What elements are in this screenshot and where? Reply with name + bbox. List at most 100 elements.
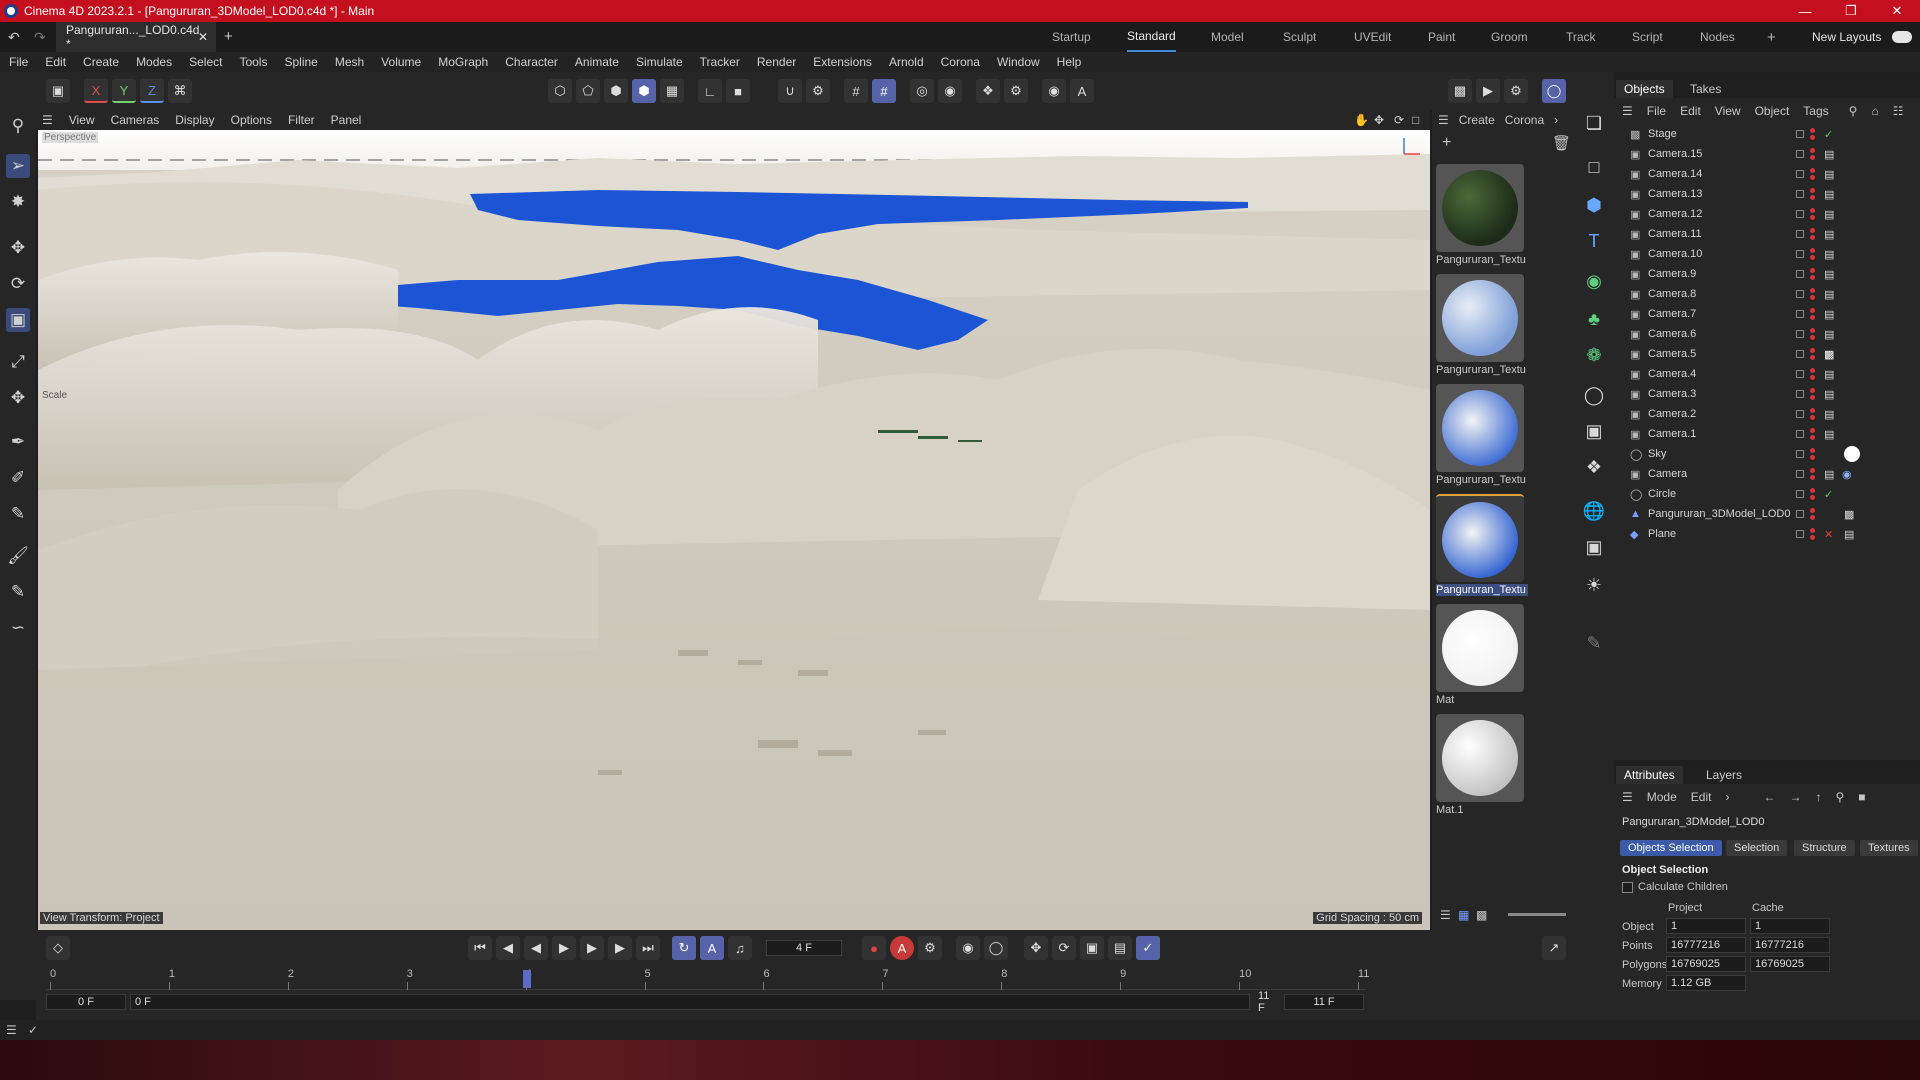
list-item[interactable]: ◯ Circle ✓ xyxy=(1614,484,1920,504)
tab-objects-selection[interactable]: Objects Selection xyxy=(1620,840,1722,856)
target-tag-icon[interactable]: ▤ xyxy=(1824,388,1834,401)
move-view-icon[interactable]: ✥ xyxy=(1374,113,1384,127)
layout-uvedit[interactable]: UVEdit xyxy=(1354,22,1391,52)
calculate-children-checkbox[interactable] xyxy=(1622,882,1633,893)
sound-icon[interactable]: ♫ xyxy=(728,936,752,960)
tab-selection[interactable]: Selection xyxy=(1726,840,1788,856)
attr-menu-mode[interactable]: Mode xyxy=(1647,790,1677,804)
mat-menu-create[interactable]: Create xyxy=(1459,113,1495,127)
knife-tool-icon[interactable]: ✎ xyxy=(6,580,30,604)
list-item[interactable]: ▣ Camera.15 ▤ xyxy=(1614,144,1920,164)
loop-icon[interactable]: ↻ xyxy=(672,936,696,960)
keyframe-diamond-icon[interactable]: ◇ xyxy=(46,936,70,960)
timeline-graph-icon[interactable]: ↗ xyxy=(1542,936,1566,960)
frame-ruler[interactable]: 01234567891011 xyxy=(46,968,1369,990)
go-to-end-icon[interactable]: ⏭ xyxy=(636,936,660,960)
viewport-hamburger-icon[interactable]: ☰ xyxy=(42,113,53,127)
playhead[interactable] xyxy=(522,970,531,988)
menu-arnold[interactable]: Arnold xyxy=(889,55,924,69)
target-tag-icon[interactable]: ▤ xyxy=(1824,268,1834,281)
rotation-key-icon[interactable]: ⟳ xyxy=(1052,936,1076,960)
list-item[interactable]: ▣ Camera.2 ▤ xyxy=(1614,404,1920,424)
texture-tag-icon[interactable]: ▩ xyxy=(1844,508,1854,521)
sky-material-tag-icon[interactable] xyxy=(1844,446,1860,462)
obj-menu-file[interactable]: File xyxy=(1647,104,1666,118)
y-axis-lock-button[interactable]: Y xyxy=(112,79,136,103)
document-tab[interactable]: Pangururan..._LOD0.c4d * ✕ xyxy=(56,22,216,52)
camera-label[interactable]: Perspective xyxy=(42,132,99,143)
current-frame-field[interactable]: 4 F xyxy=(766,940,842,956)
material-swatch[interactable]: Pangururan_Textu xyxy=(1434,272,1528,382)
attributes-hamburger-icon[interactable]: ☰ xyxy=(1622,790,1633,804)
target-tag-icon[interactable]: ▤ xyxy=(1824,308,1834,321)
large-icon-view-icon[interactable]: ▩ xyxy=(1476,908,1487,922)
magnet-tool-icon[interactable]: ∽ xyxy=(6,616,30,640)
scale-key-icon[interactable]: ▣ xyxy=(1080,936,1104,960)
object-mode-icon[interactable]: ⬢ xyxy=(632,79,656,103)
list-item[interactable]: ◆ Plane ✕ ▤ xyxy=(1614,524,1920,544)
layout-sculpt[interactable]: Sculpt xyxy=(1283,22,1316,52)
target-tag-icon[interactable]: ▤ xyxy=(1824,208,1834,221)
target-tag-icon[interactable]: ▤ xyxy=(1824,148,1834,161)
menu-extensions[interactable]: Extensions xyxy=(813,55,872,69)
menu-corona[interactable]: Corona xyxy=(941,55,980,69)
home-icon[interactable]: ⌂ xyxy=(1871,104,1878,118)
objects-hamburger-icon[interactable]: ☰ xyxy=(1622,104,1633,118)
layout-model[interactable]: Model xyxy=(1211,22,1244,52)
list-item[interactable]: ▣ Camera.3 ▤ xyxy=(1614,384,1920,404)
next-key-icon[interactable]: ▶ xyxy=(608,936,632,960)
mat-menu-corona[interactable]: Corona xyxy=(1505,113,1544,127)
search-icon[interactable]: ⚲ xyxy=(6,114,30,138)
target-tag-icon[interactable]: ▤ xyxy=(1824,408,1834,421)
cloner-icon[interactable]: ♣ xyxy=(1581,306,1607,332)
text-object-icon[interactable]: T xyxy=(1581,228,1607,254)
layout-track[interactable]: Track xyxy=(1566,22,1596,52)
generator-icon[interactable]: ◉ xyxy=(1581,268,1607,294)
light-object-icon[interactable]: ☀ xyxy=(1581,572,1607,598)
target-tag-icon[interactable]: ▤ xyxy=(1824,168,1834,181)
start-frame-field[interactable]: 0 F xyxy=(46,994,126,1010)
material-hamburger-icon[interactable]: ☰ xyxy=(1438,113,1449,127)
menu-spline[interactable]: Spline xyxy=(284,55,317,69)
scale-tool-icon[interactable]: ▣ xyxy=(6,308,30,332)
obj-menu-tags[interactable]: Tags xyxy=(1803,104,1828,118)
menu-modes[interactable]: Modes xyxy=(136,55,172,69)
tab-takes[interactable]: Takes xyxy=(1682,80,1729,98)
list-item[interactable]: ▣ Camera.1 ▤ xyxy=(1614,424,1920,444)
material-swatch[interactable]: Pangururan_Textu xyxy=(1434,162,1528,272)
menu-simulate[interactable]: Simulate xyxy=(636,55,683,69)
obj-menu-object[interactable]: Object xyxy=(1755,104,1790,118)
list-item[interactable]: ▣ Camera.7 ▤ xyxy=(1614,304,1920,324)
environment-icon[interactable]: 🌐 xyxy=(1581,498,1607,524)
obj-menu-view[interactable]: View xyxy=(1715,104,1741,118)
coordinate-system-icon[interactable]: ⌘ xyxy=(168,79,192,103)
target-tag-icon[interactable]: ▤ xyxy=(1824,188,1834,201)
menu-edit[interactable]: Edit xyxy=(45,55,66,69)
target-tag-icon[interactable]: ▤ xyxy=(1824,468,1834,481)
list-item[interactable]: ▣ Camera.12 ▤ xyxy=(1614,204,1920,224)
material-swatch-selected[interactable]: Pangururan_Textu xyxy=(1434,492,1528,602)
search-icon[interactable]: ⚲ xyxy=(1835,790,1844,804)
menu-window[interactable]: Window xyxy=(997,55,1040,69)
list-item[interactable]: ◯ Sky xyxy=(1614,444,1920,464)
grid-view-icon[interactable]: ▦ xyxy=(1458,908,1469,922)
spline-tool-icon[interactable]: ✐ xyxy=(6,466,30,490)
obj-menu-edit[interactable]: Edit xyxy=(1680,104,1701,118)
transform-tool-icon[interactable]: ⤢ xyxy=(6,350,30,374)
menu-create[interactable]: Create xyxy=(83,55,119,69)
record-icon[interactable]: ● xyxy=(862,936,886,960)
delete-material-icon[interactable]: 🗑 xyxy=(1552,134,1571,152)
symmetry-icon[interactable]: ❖ xyxy=(976,79,1000,103)
tab-layers[interactable]: Layers xyxy=(1698,766,1750,784)
render-to-picture-viewer-icon[interactable]: ▶ xyxy=(1476,79,1500,103)
menu-animate[interactable]: Animate xyxy=(575,55,619,69)
target-tag-icon[interactable]: ▤ xyxy=(1824,228,1834,241)
list-view-icon[interactable]: ☰ xyxy=(1440,908,1451,922)
disabled-x-icon[interactable]: ✕ xyxy=(1824,528,1833,541)
parameter-key-icon[interactable]: ▤ xyxy=(1108,936,1132,960)
snap-icon[interactable]: ∪ xyxy=(778,79,802,103)
list-item[interactable]: ▣ Camera.8 ▤ xyxy=(1614,284,1920,304)
live-selection-icon[interactable]: ➢ xyxy=(6,154,30,178)
material-swatch[interactable]: Mat.1 xyxy=(1434,712,1528,822)
motion-record-icon[interactable]: ◯ xyxy=(984,936,1008,960)
